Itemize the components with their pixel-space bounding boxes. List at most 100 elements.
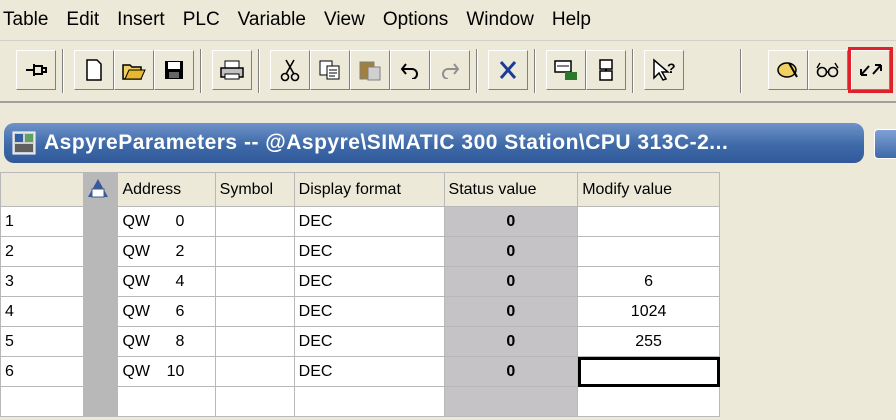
menu-edit[interactable]: Edit: [57, 0, 108, 40]
symbol-cell[interactable]: [214, 206, 295, 237]
new-icon: [86, 59, 102, 81]
svg-text:?: ?: [667, 60, 676, 76]
table-config-header[interactable]: [83, 172, 119, 207]
modify-value-cell[interactable]: 6: [577, 266, 720, 297]
pin-button[interactable]: [16, 50, 56, 90]
col-display-format-header[interactable]: Display format: [293, 172, 445, 207]
menu-bar: Table Edit Insert PLC Variable View Opti…: [0, 0, 896, 41]
table-row[interactable]: 3 QW 4 DEC 0 6: [0, 266, 720, 297]
monitor-glasses-icon: [816, 62, 839, 78]
col-modify-value-header[interactable]: Modify value: [577, 172, 720, 207]
address-cell[interactable]: [117, 386, 216, 417]
table-row-partial[interactable]: [0, 386, 720, 417]
monitor-button[interactable]: [546, 50, 586, 90]
network-icon: [599, 59, 613, 81]
row-marker: [83, 266, 119, 297]
menu-window[interactable]: Window: [457, 0, 543, 40]
save-icon: [165, 61, 183, 79]
symbol-cell[interactable]: [214, 296, 295, 327]
copy-button[interactable]: [310, 50, 350, 90]
cut-button[interactable]: [270, 50, 310, 90]
address-cell[interactable]: QW 2: [117, 236, 216, 267]
address-cell[interactable]: QW 6: [117, 296, 216, 327]
address-cell[interactable]: QW 0: [117, 206, 216, 237]
modify-value-cell[interactable]: [577, 236, 720, 267]
display-format-cell[interactable]: DEC: [293, 206, 445, 237]
col-symbol-header[interactable]: Symbol: [214, 172, 295, 207]
modify-value-cell[interactable]: [577, 386, 720, 417]
display-format-cell[interactable]: [293, 386, 445, 417]
monitor-glasses-button[interactable]: [808, 50, 848, 90]
symbol-cell[interactable]: [214, 266, 295, 297]
display-format-cell[interactable]: DEC: [293, 326, 445, 357]
status-value-cell: 0: [443, 236, 579, 267]
menu-help[interactable]: Help: [543, 0, 600, 40]
modify-value-cell-active[interactable]: [577, 356, 720, 387]
window-title: AspyreParameters -- @Aspyre\SIMATIC 300 …: [44, 131, 729, 154]
open-button[interactable]: [114, 50, 154, 90]
row-marker: [83, 326, 119, 357]
row-marker: [83, 296, 119, 327]
undo-button[interactable]: [390, 50, 430, 90]
row-number[interactable]: 6: [0, 356, 85, 387]
window-control-button[interactable]: [874, 129, 896, 159]
row-marker: [83, 236, 119, 267]
symbol-cell[interactable]: [214, 236, 295, 267]
table-row[interactable]: 2 QW 2 DEC 0: [0, 236, 720, 267]
table-empty-area: [720, 172, 896, 420]
menu-variable[interactable]: Variable: [229, 0, 315, 40]
display-format-cell[interactable]: DEC: [293, 236, 445, 267]
address-type: QW: [122, 242, 150, 260]
row-number[interactable]: 4: [0, 296, 85, 327]
table-header-row: Address Symbol Display format Status val…: [0, 172, 720, 207]
symbol-cell[interactable]: [214, 356, 295, 387]
address-cell[interactable]: QW 8: [117, 326, 216, 357]
address-cell[interactable]: QW 4: [117, 266, 216, 297]
new-button[interactable]: [74, 50, 114, 90]
context-help-button[interactable]: ?: [644, 50, 684, 90]
modify-value-cell[interactable]: [577, 206, 720, 237]
display-format-cell[interactable]: DEC: [293, 296, 445, 327]
status-value-cell: 0: [443, 326, 579, 357]
status-value-cell: 0: [443, 356, 579, 387]
row-number[interactable]: 2: [0, 236, 85, 267]
window-titlebar[interactable]: AspyreParameters -- @Aspyre\SIMATIC 300 …: [4, 123, 864, 163]
symbol-cell[interactable]: [214, 386, 295, 417]
address-cell[interactable]: QW 10: [117, 356, 216, 387]
redo-icon: [442, 63, 460, 79]
table-row[interactable]: 4 QW 6 DEC 0 1024: [0, 296, 720, 327]
print-button[interactable]: [212, 50, 252, 90]
modify-value-cell[interactable]: 1024: [577, 296, 720, 327]
row-number[interactable]: 5: [0, 326, 85, 357]
modify-value-cell[interactable]: 255: [577, 326, 720, 357]
col-address-header[interactable]: Address: [117, 172, 216, 207]
save-button[interactable]: [154, 50, 194, 90]
menu-options[interactable]: Options: [374, 0, 457, 40]
delete-button[interactable]: [488, 50, 528, 90]
force-button[interactable]: [768, 50, 808, 90]
display-format-cell[interactable]: DEC: [293, 266, 445, 297]
menu-insert[interactable]: Insert: [108, 0, 174, 40]
paste-button[interactable]: [350, 50, 390, 90]
paste-icon: [359, 61, 381, 81]
menu-table[interactable]: Table: [0, 0, 57, 40]
var-table-icon: [12, 131, 36, 155]
address-index: 0: [175, 212, 185, 230]
table-row[interactable]: 5 QW 8 DEC 0 255: [0, 326, 720, 357]
display-format-cell[interactable]: DEC: [293, 356, 445, 387]
col-status-value-header[interactable]: Status value: [443, 172, 579, 207]
symbol-cell[interactable]: [214, 326, 295, 357]
menu-view[interactable]: View: [315, 0, 374, 40]
variable-table: Address Symbol Display format Status val…: [0, 172, 720, 417]
copy-icon: [319, 60, 340, 80]
menu-plc[interactable]: PLC: [174, 0, 229, 40]
table-row[interactable]: 6 QW 10 DEC 0: [0, 356, 720, 387]
redo-button[interactable]: [430, 50, 470, 90]
row-number[interactable]: 1: [0, 206, 85, 237]
cut-icon: [280, 59, 300, 82]
address-index: 8: [175, 332, 185, 350]
table-row[interactable]: 1 QW 0 DEC 0: [0, 206, 720, 237]
row-number[interactable]: [0, 386, 85, 417]
network-button[interactable]: [586, 50, 626, 90]
row-number[interactable]: 3: [0, 266, 85, 297]
